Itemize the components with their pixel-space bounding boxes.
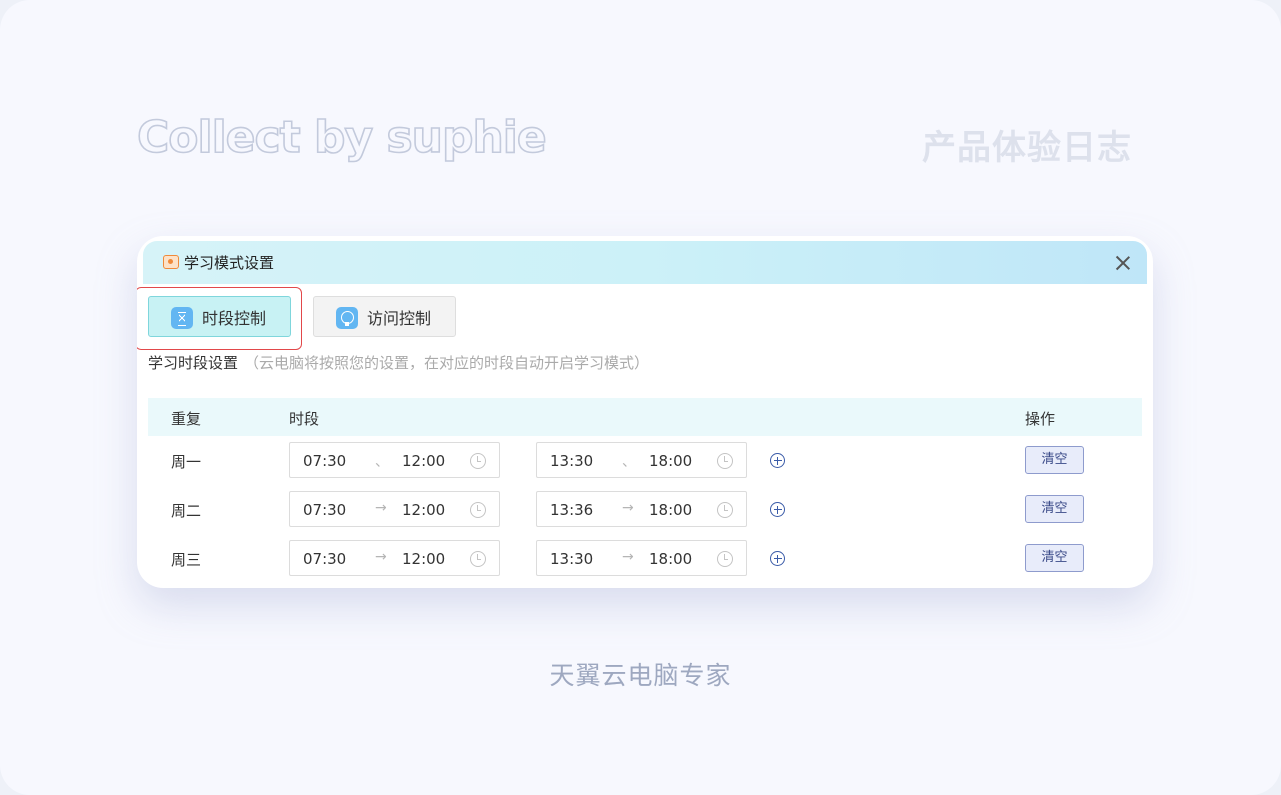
hourglass-icon	[171, 307, 193, 329]
start-time[interactable]: 07:30	[303, 452, 346, 470]
study-mode-dialog: 学习模式设置 时段控制 访问控制 学习时段设置 （云电脑将按照您的设置，在对应的时…	[137, 236, 1153, 588]
column-header-period: 时段	[289, 410, 320, 428]
dialog-title: 学习模式设置	[184, 254, 275, 272]
time-range-input[interactable]: 13:36 → 18:00	[536, 491, 747, 527]
start-time[interactable]: 13:36	[550, 501, 593, 519]
time-range-input[interactable]: 13:30 → 18:00	[536, 540, 747, 576]
time-range-input[interactable]: 07:30 、 12:00	[289, 442, 500, 478]
clock-icon	[717, 551, 733, 567]
time-range-input[interactable]: 07:30 → 12:00	[289, 540, 500, 576]
clock-icon	[470, 551, 486, 567]
range-separator: →	[375, 549, 387, 565]
clock-icon	[717, 502, 733, 518]
clear-button[interactable]: 清空	[1025, 446, 1084, 474]
app-icon	[163, 255, 179, 269]
column-header-repeat: 重复	[171, 410, 202, 428]
add-period-icon[interactable]	[770, 551, 785, 566]
clear-button[interactable]: 清空	[1025, 495, 1084, 523]
caption-text: 天翼云电脑专家	[549, 661, 732, 690]
add-period-icon[interactable]	[770, 502, 785, 517]
range-separator: 、	[375, 454, 389, 470]
section-title: 学习时段设置 （云电脑将按照您的设置，在对应的时段自动开启学习模式）	[148, 352, 649, 373]
time-range-input[interactable]: 13:30 、 18:00	[536, 442, 747, 478]
start-time[interactable]: 13:30	[550, 452, 593, 470]
table-row: 周一 07:30 、 12:00 13:30 、 18:00 清空	[148, 442, 1142, 478]
end-time[interactable]: 18:00	[649, 501, 692, 519]
dialog-header: 学习模式设置	[143, 241, 1147, 284]
table-row: 周二 07:30 → 12:00 13:36 → 18:00 清空	[148, 491, 1142, 527]
end-time[interactable]: 12:00	[402, 501, 445, 519]
range-separator: 、	[622, 454, 636, 470]
range-separator: →	[622, 500, 634, 516]
table-header: 重复 时段 操作	[148, 398, 1142, 436]
clock-icon	[470, 453, 486, 469]
clock-icon	[470, 502, 486, 518]
end-time[interactable]: 12:00	[402, 550, 445, 568]
clear-button[interactable]: 清空	[1025, 544, 1084, 572]
start-time[interactable]: 07:30	[303, 550, 346, 568]
row-day: 周一	[171, 453, 202, 471]
tab-label: 时段控制	[202, 308, 267, 328]
row-day: 周三	[171, 551, 202, 569]
time-range-input[interactable]: 07:30 → 12:00	[289, 491, 500, 527]
start-time[interactable]: 07:30	[303, 501, 346, 519]
start-time[interactable]: 13:30	[550, 550, 593, 568]
watermark-left-text: Collect by suphie	[136, 111, 547, 164]
table-row: 周三 07:30 → 12:00 13:30 → 18:00 清空	[148, 540, 1142, 576]
tab-access-control[interactable]: 访问控制	[313, 296, 456, 337]
row-day: 周二	[171, 502, 202, 520]
range-separator: →	[622, 549, 634, 565]
tab-label: 访问控制	[367, 308, 432, 328]
add-period-icon[interactable]	[770, 453, 785, 468]
section-title-text: 学习时段设置	[148, 354, 239, 372]
section-hint: （云电脑将按照您的设置，在对应的时段自动开启学习模式）	[244, 354, 650, 372]
range-separator: →	[375, 500, 387, 516]
tab-time-control[interactable]: 时段控制	[148, 296, 291, 337]
globe-icon	[336, 307, 358, 329]
clock-icon	[717, 453, 733, 469]
background-canvas: Collect by suphie 产品体验日志 学习模式设置 时段控制 访问控…	[0, 0, 1281, 795]
end-time[interactable]: 12:00	[402, 452, 445, 470]
watermark-right-text: 产品体验日志	[922, 128, 1132, 168]
column-header-ops: 操作	[1025, 410, 1056, 428]
end-time[interactable]: 18:00	[649, 550, 692, 568]
end-time[interactable]: 18:00	[649, 452, 692, 470]
close-icon[interactable]	[1113, 253, 1133, 273]
